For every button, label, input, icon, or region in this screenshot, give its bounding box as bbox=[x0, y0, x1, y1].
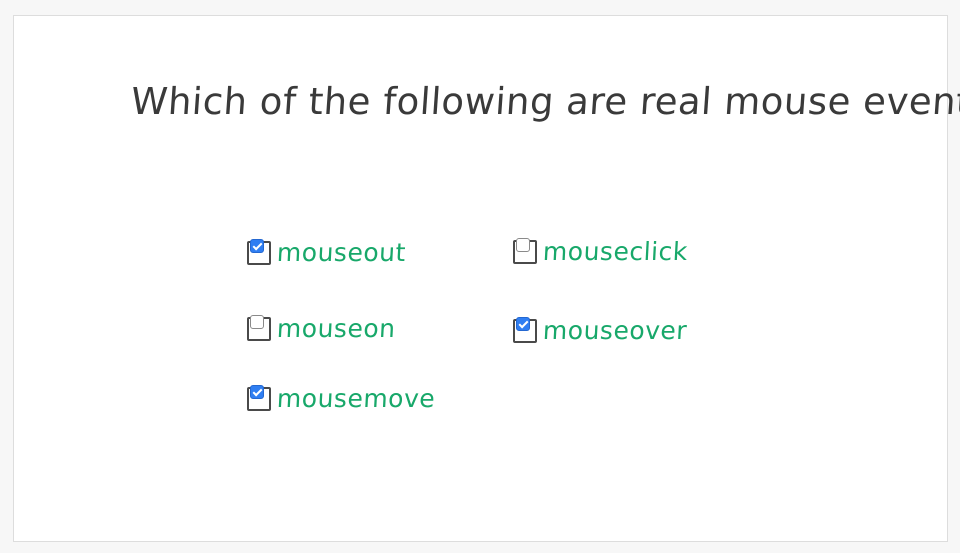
checkbox-mouseclick[interactable] bbox=[516, 237, 530, 252]
option-mouseon[interactable]: mouseon bbox=[247, 314, 396, 343]
option-mouseover[interactable]: mouseover bbox=[513, 316, 688, 345]
drawn-checkbox-frame bbox=[513, 237, 537, 264]
option-mouseout[interactable]: mouseout bbox=[247, 238, 407, 267]
option-mousemove[interactable]: mousemove bbox=[247, 384, 436, 413]
checkbox-mousemove[interactable] bbox=[250, 384, 264, 399]
drawn-checkbox-frame bbox=[247, 314, 271, 341]
drawn-checkbox-frame bbox=[513, 316, 537, 343]
option-mouseclick[interactable]: mouseclick bbox=[513, 237, 689, 266]
drawn-checkbox-frame bbox=[247, 238, 271, 265]
option-label-mouseclick: mouseclick bbox=[542, 237, 689, 266]
option-label-mousemove: mousemove bbox=[276, 384, 436, 413]
question-text: Which of the following are real mouse ev… bbox=[129, 80, 960, 123]
checkbox-mouseon[interactable] bbox=[250, 314, 264, 329]
option-label-mouseout: mouseout bbox=[276, 238, 407, 267]
quiz-canvas: Which of the following are real mouse ev… bbox=[13, 15, 960, 542]
checkbox-mouseover[interactable] bbox=[516, 316, 530, 331]
option-label-mouseover: mouseover bbox=[542, 316, 688, 345]
drawn-checkbox-frame bbox=[247, 384, 271, 411]
option-label-mouseon: mouseon bbox=[276, 314, 397, 343]
checkbox-mouseout[interactable] bbox=[250, 238, 264, 253]
